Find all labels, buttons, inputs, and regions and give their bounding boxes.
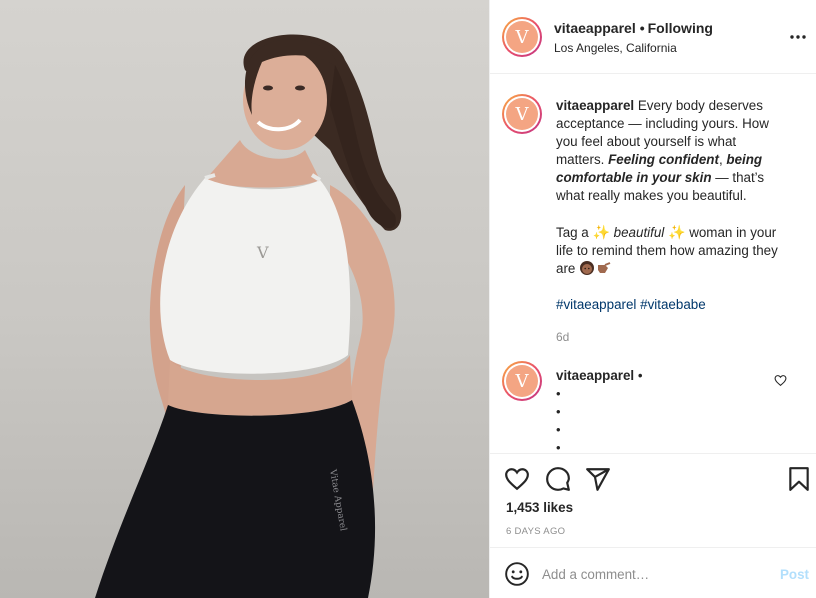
caption-username[interactable]: vitaeapparel [556,98,634,113]
caption-text: Tag a [556,225,593,240]
comment-bullet: • [556,386,561,401]
comment-input[interactable] [542,561,762,587]
hashtag-link[interactable]: #vitaeapparel [556,297,636,312]
caption-paragraph-1: vitaeapparel Every body deserves accepta… [556,97,788,205]
comment-avatar[interactable]: V [502,361,542,401]
comments-area[interactable]: V vitaeapparel Every body deserves accep… [490,75,816,453]
brand-logo-icon: V [506,365,538,397]
post-details-panel: V vitaeapparel • Following Los Angeles, Ca… [489,0,816,598]
caption-age[interactable]: 6d [556,328,788,346]
header-username-row: vitaeapparel • Following [554,20,713,36]
post-image: V Vitae Apparel [95,34,402,598]
brand-logo-icon: V [506,21,538,53]
top-logo: V [256,243,269,262]
emoji-smile-icon[interactable] [504,561,530,587]
comment-bullet: • [556,440,561,453]
more-horizontal-icon[interactable] [789,28,807,46]
comment-text: • [637,368,643,383]
location-link[interactable]: Los Angeles, California [554,41,677,55]
header-username[interactable]: vitaeapparel [554,20,636,36]
post-photo[interactable]: V Vitae Apparel [0,0,489,598]
hashtag-link[interactable]: #vitaebabe [640,297,706,312]
brand-logo-icon: V [506,98,538,130]
add-comment-bar: Post [490,547,816,598]
comment: vitaeapparel • • • • • [556,367,788,453]
post-actions: 1,453 likes 6 DAYS AGO [490,453,816,547]
bookmark-icon[interactable] [786,466,812,492]
caption-paragraph-2: Tag a ✨ beautiful ✨ woman in your life t… [556,223,788,278]
sparkles-icon: ✨ [592,224,610,240]
pointing-hand-icon [598,262,611,273]
caption-italic-text: beautiful [613,225,665,240]
like-count[interactable]: 1,453 likes [506,500,573,515]
comment-icon[interactable] [545,466,571,492]
post-header: V vitaeapparel • Following Los Angeles, Ca… [490,0,816,74]
caption-bold-text: Feeling confident [608,152,719,167]
caption: vitaeapparel Every body deserves accepta… [556,97,788,346]
comment-bullet: • [556,404,561,419]
caption-avatar[interactable]: V [502,94,542,134]
woman-emoji-icon [580,261,595,275]
share-icon[interactable] [585,466,611,492]
post-comment-button[interactable]: Post [780,567,809,582]
like-comment-heart-icon[interactable] [774,374,787,387]
post-date[interactable]: 6 DAYS AGO [506,526,565,537]
separator-dot: • [639,20,645,36]
heart-icon[interactable] [504,466,530,492]
comment-username[interactable]: vitaeapparel [556,368,634,383]
sparkles-icon: ✨ [668,224,686,240]
account-avatar[interactable]: V [502,17,542,57]
comment-bullet: • [556,422,561,437]
following-button[interactable]: Following [648,20,713,36]
caption-hashtags: #vitaeapparel #vitaebabe [556,296,788,314]
